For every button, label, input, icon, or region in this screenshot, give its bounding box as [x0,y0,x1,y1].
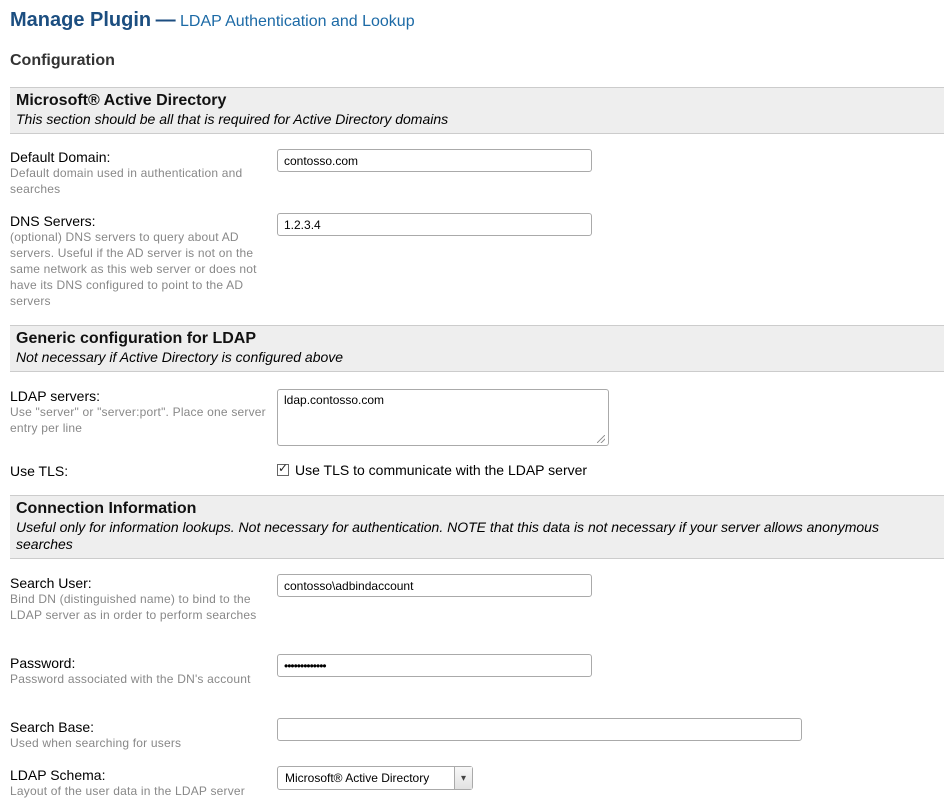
search-user-label-block: Search User: Bind DN (distinguished name… [10,575,266,623]
field-label: DNS Servers: [10,213,96,229]
field-help: Password associated with the DN's accoun… [10,672,251,686]
page-title-main: Manage Plugin [10,9,152,31]
field-help: Layout of the user data in the LDAP serv… [10,784,245,798]
section-generic-ldap: Generic configuration for LDAP Not neces… [10,325,944,372]
field-label: Search Base: [10,719,95,735]
password-input[interactable] [277,654,592,677]
use-tls-checkbox[interactable] [277,461,289,476]
field-label: Search User: [10,575,92,591]
chevron-down-icon[interactable]: ▾ [454,767,472,789]
use-tls-checkbox-row[interactable]: Use TLS to communicate with the LDAP ser… [277,461,587,478]
search-user-input[interactable] [277,574,592,597]
field-label: Password: [10,655,76,671]
default-domain-input[interactable] [277,149,592,172]
dns-servers-input[interactable] [277,213,592,236]
configuration-heading: Configuration [10,52,115,69]
section-description: Useful only for information lookups. Not… [16,519,879,552]
field-help: (optional) DNS servers to query about AD… [10,230,257,308]
ldap-schema-selected-value[interactable]: Microsoft® Active Directory [285,771,429,785]
use-tls-label-block: Use TLS: [10,463,266,479]
page-subtitle: LDAP Authentication and Lookup [180,13,415,30]
field-help: Bind DN (distinguished name) to bind to … [10,592,257,622]
section-connection-information: Connection Information Useful only for i… [10,495,944,559]
ldap-schema-select[interactable]: Microsoft® Active Directory ▾ [277,766,473,790]
section-title: Generic configuration for LDAP [16,330,257,347]
resize-grip-icon[interactable] [597,435,605,443]
use-tls-checkbox-label[interactable]: Use TLS to communicate with the LDAP ser… [295,462,587,478]
field-label: LDAP servers: [10,388,100,404]
section-description: This section should be all that is requi… [16,111,449,127]
ldap-servers-textarea[interactable] [277,389,609,446]
field-help: Used when searching for users [10,736,182,750]
page-title-separator: — [155,9,176,31]
password-label-block: Password: Password associated with the D… [10,655,266,687]
section-active-directory: Microsoft® Active Directory This section… [10,87,944,134]
page-title: Manage Plugin — LDAP Authentication and … [10,9,415,32]
field-label: Use TLS: [10,463,69,479]
field-help: Default domain used in authentication an… [10,166,243,196]
search-base-input[interactable] [277,718,802,741]
field-help: Use "server" or "server:port". Place one… [10,405,266,435]
section-title: Connection Information [16,500,197,517]
ldap-servers-label-block: LDAP servers: Use "server" or "server:po… [10,388,266,436]
default-domain-label-block: Default Domain: Default domain used in a… [10,149,266,197]
dns-servers-label-block: DNS Servers: (optional) DNS servers to q… [10,213,266,309]
field-label: Default Domain: [10,149,111,165]
ldap-schema-label-block: LDAP Schema: Layout of the user data in … [10,767,266,799]
field-label: LDAP Schema: [10,767,106,783]
section-title: Microsoft® Active Directory [16,92,227,109]
section-description: Not necessary if Active Directory is con… [16,349,344,365]
search-base-label-block: Search Base: Used when searching for use… [10,719,266,751]
